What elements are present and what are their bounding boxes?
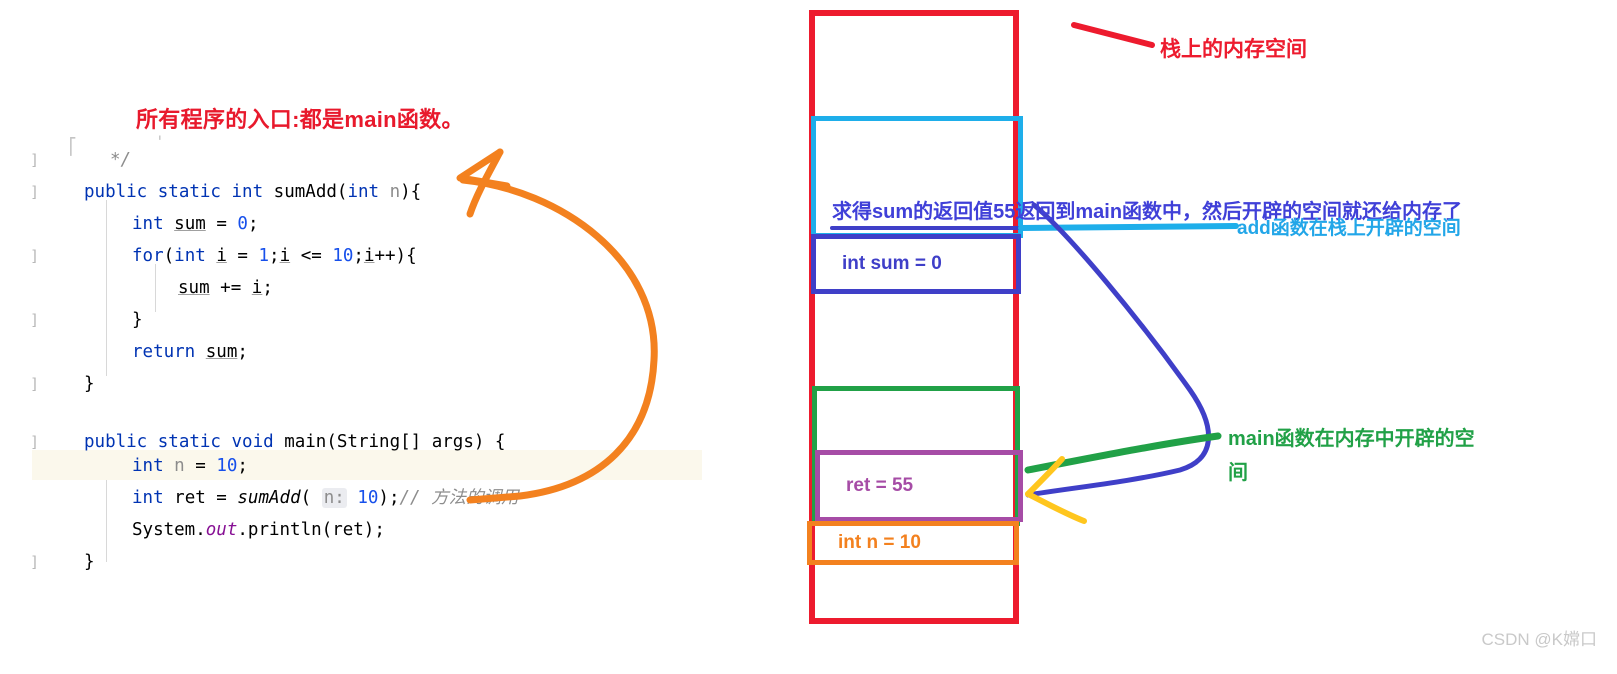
- red-title-annotation: 所有程序的入口:都是main函数。: [136, 107, 464, 132]
- ret-variable-box: ret = 55: [815, 450, 1023, 522]
- stack-memory-diagram: int sum = 0 ret = 55 int n = 10: [0, 0, 1617, 664]
- csdn-watermark: CSDN @K嫦口: [1481, 630, 1598, 649]
- n-variable-box: int n = 10: [807, 521, 1019, 565]
- add-frame-label: add函数在栈上开辟的空间: [1237, 218, 1461, 239]
- sum-variable-box: int sum = 0: [811, 234, 1021, 294]
- n-variable-label: int n = 10: [838, 532, 921, 553]
- stack-space-label: 栈上的内存空间: [1160, 38, 1307, 61]
- main-frame-label: main函数在内存中开辟的空间: [1228, 428, 1475, 484]
- ret-variable-label: ret = 55: [846, 475, 914, 496]
- sum-variable-label: int sum = 0: [842, 253, 942, 274]
